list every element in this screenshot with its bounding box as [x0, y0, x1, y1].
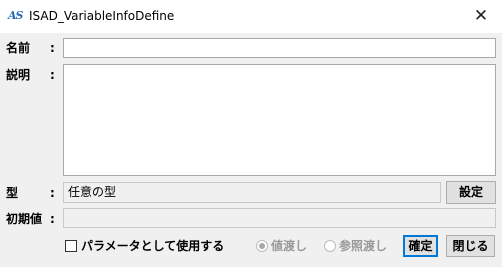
- by-reference-radio[interactable]: [324, 240, 336, 252]
- description-textarea[interactable]: [64, 65, 495, 175]
- name-field-box: [63, 38, 496, 58]
- name-colon: :: [50, 41, 55, 55]
- app-logo-icon: AS: [8, 9, 23, 22]
- by-value-radio[interactable]: [256, 240, 268, 252]
- close-window-icon[interactable]: ✕: [460, 0, 502, 33]
- use-as-parameter-checkbox[interactable]: [65, 240, 77, 252]
- initial-value-colon: :: [50, 212, 55, 226]
- type-colon: :: [50, 186, 55, 200]
- window-title: ISAD_VariableInfoDefine: [29, 9, 175, 23]
- initial-value-input[interactable]: [64, 209, 495, 227]
- close-button[interactable]: 閉じる: [446, 235, 495, 257]
- set-type-button[interactable]: 設定: [446, 181, 496, 204]
- type-label: 型: [6, 186, 19, 200]
- by-value-label[interactable]: 値渡し: [271, 239, 307, 253]
- dialog-window: AS ISAD_VariableInfoDefine ✕ 名前 : 説明 : 型…: [0, 0, 502, 267]
- description-colon: :: [50, 68, 55, 82]
- name-label: 名前: [6, 41, 31, 55]
- by-reference-label[interactable]: 参照渡し: [339, 239, 387, 253]
- description-label: 説明: [6, 68, 31, 82]
- description-field-box: [63, 64, 496, 176]
- initial-value-label: 初期値: [6, 212, 43, 226]
- use-as-parameter-label[interactable]: パラメータとして使用する: [81, 239, 224, 253]
- title-bar[interactable]: AS ISAD_VariableInfoDefine ✕: [0, 0, 502, 33]
- type-field: 任意の型: [63, 182, 441, 203]
- name-input[interactable]: [64, 39, 495, 57]
- confirm-button[interactable]: 確定: [403, 235, 438, 257]
- initial-value-field-box: [63, 208, 496, 228]
